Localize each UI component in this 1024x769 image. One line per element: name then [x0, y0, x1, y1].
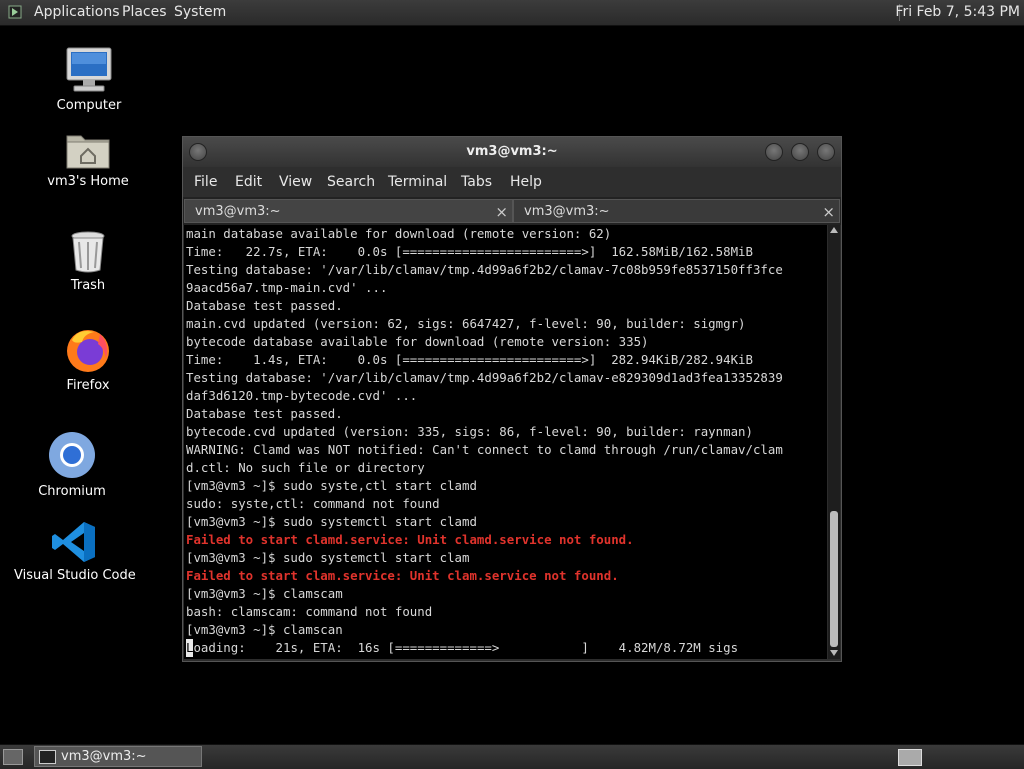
- terminal-line: [vm3@vm3 ~]$ clamscan: [186, 622, 343, 637]
- terminal-line: [vm3@vm3 ~]$ sudo systemctl start clam: [186, 550, 470, 565]
- menu-edit[interactable]: Edit: [235, 167, 262, 197]
- show-desktop-icon[interactable]: [3, 749, 23, 765]
- menu-tabs[interactable]: Tabs: [461, 167, 492, 197]
- terminal-line: Time: 22.7s, ETA: 0.0s [================…: [186, 244, 753, 259]
- terminal-line: Testing database: '/var/lib/clamav/tmp.4…: [186, 370, 783, 385]
- bottom-panel: vm3@vm3:~: [0, 744, 1024, 769]
- applications-logo-icon[interactable]: [8, 5, 22, 19]
- terminal-error-line: Failed to start clamd.service: Unit clam…: [186, 532, 634, 547]
- menu-help[interactable]: Help: [510, 167, 542, 197]
- workspace-switcher[interactable]: [898, 749, 922, 766]
- menu-view[interactable]: View: [279, 167, 312, 197]
- taskbar-item-label: vm3@vm3:~: [61, 749, 147, 764]
- maximize-button[interactable]: [791, 143, 809, 161]
- desktop-icon-label: vm3's Home: [47, 174, 129, 189]
- terminal-line: main database available for download (re…: [186, 226, 612, 241]
- terminal-scrollbar[interactable]: [828, 225, 840, 659]
- close-window-button[interactable]: [817, 143, 835, 161]
- terminal-progress-text: oading: 21s, ETA: 16s [=============> ] …: [193, 640, 739, 655]
- menu-file[interactable]: File: [194, 167, 217, 197]
- terminal-line: bash: clamscam: command not found: [186, 604, 433, 619]
- desktop-icon-label: Trash: [70, 278, 106, 293]
- top-panel: Applications Places System Fri Feb 7, 5:…: [0, 0, 1024, 26]
- terminal-line: d.ctl: No such file or directory: [186, 460, 425, 475]
- menu-places[interactable]: Places: [122, 0, 167, 25]
- terminal-output[interactable]: main database available for download (re…: [184, 225, 827, 659]
- desktop-icon-label: Chromium: [38, 484, 106, 499]
- trash-icon: [71, 231, 105, 273]
- terminal-line: 9aacd56a7.tmp-main.cvd' ...: [186, 280, 388, 295]
- window-title: vm3@vm3:~: [466, 144, 558, 159]
- tab-label: vm3@vm3:~: [195, 204, 281, 219]
- terminal-line: bytecode.cvd updated (version: 335, sigs…: [186, 424, 753, 439]
- terminal-line: Testing database: '/var/lib/clamav/tmp.4…: [186, 262, 783, 277]
- minimize-button[interactable]: [765, 143, 783, 161]
- chromium-icon: [49, 432, 95, 478]
- desktop-icon-home[interactable]: vm3's Home: [38, 130, 138, 189]
- computer-icon: [66, 47, 112, 92]
- menu-search[interactable]: Search: [327, 167, 375, 197]
- terminal-line: [vm3@vm3 ~]$ clamscam: [186, 586, 343, 601]
- terminal-line: daf3d6120.tmp-bytecode.cvd' ...: [186, 388, 418, 403]
- terminal-line: Database test passed.: [186, 298, 343, 313]
- desktop-icon-label: Computer: [56, 98, 122, 113]
- scroll-down-arrow-icon[interactable]: [830, 650, 838, 656]
- desktop-icon-trash[interactable]: Trash: [48, 230, 128, 293]
- tab-1[interactable]: vm3@vm3:~ ×: [184, 199, 513, 223]
- desktop-icon-computer[interactable]: Computer: [44, 46, 134, 113]
- menu-applications[interactable]: Applications: [34, 0, 120, 25]
- desktop-icon-firefox[interactable]: Firefox: [48, 326, 128, 393]
- firefox-icon: [67, 330, 109, 372]
- tab-label: vm3@vm3:~: [524, 204, 610, 219]
- clock[interactable]: Fri Feb 7, 5:43 PM: [895, 0, 1020, 25]
- scrollbar-thumb[interactable]: [830, 511, 838, 647]
- menu-system[interactable]: System: [174, 0, 226, 25]
- terminal-window: vm3@vm3:~ File Edit View Search Terminal…: [182, 136, 842, 662]
- desktop-icon-label: Visual Studio Code: [14, 568, 136, 583]
- vscode-icon: [52, 522, 95, 562]
- menu-bar: File Edit View Search Terminal Tabs Help: [183, 167, 841, 197]
- terminal-line: bytecode database available for download…: [186, 334, 649, 349]
- terminal-line: [vm3@vm3 ~]$ sudo syste,ctl start clamd: [186, 478, 477, 493]
- terminal-error-line: Failed to start clam.service: Unit clam.…: [186, 568, 619, 583]
- terminal-line: sudo: syste,ctl: command not found: [186, 496, 440, 511]
- close-tab-icon[interactable]: ×: [495, 200, 508, 224]
- home-folder-icon: [66, 135, 110, 169]
- terminal-line: [vm3@vm3 ~]$ sudo systemctl start clamd: [186, 514, 477, 529]
- terminal-line: Database test passed.: [186, 406, 343, 421]
- scroll-up-arrow-icon[interactable]: [830, 227, 838, 233]
- desktop-icon-chromium[interactable]: Chromium: [32, 430, 112, 499]
- terminal-progress-line: Loading: 21s, ETA: 16s [=============> ]…: [186, 639, 827, 657]
- desktop-icon-label: Firefox: [66, 378, 110, 393]
- terminal-line: Time: 1.4s, ETA: 0.0s [=================…: [186, 352, 753, 367]
- desktop-icon-vscode[interactable]: Visual Studio Code: [14, 520, 136, 583]
- window-titlebar[interactable]: vm3@vm3:~: [183, 137, 841, 167]
- close-tab-icon[interactable]: ×: [822, 200, 835, 224]
- menu-terminal[interactable]: Terminal: [388, 167, 447, 197]
- terminal-line: WARNING: Clamd was NOT notified: Can't c…: [186, 442, 783, 457]
- taskbar-item-terminal[interactable]: vm3@vm3:~: [34, 746, 202, 767]
- terminal-icon: [39, 750, 56, 764]
- tab-2[interactable]: vm3@vm3:~ ×: [513, 199, 840, 223]
- terminal-line: main.cvd updated (version: 62, sigs: 664…: [186, 316, 746, 331]
- tab-bar: vm3@vm3:~ × vm3@vm3:~ ×: [183, 197, 841, 225]
